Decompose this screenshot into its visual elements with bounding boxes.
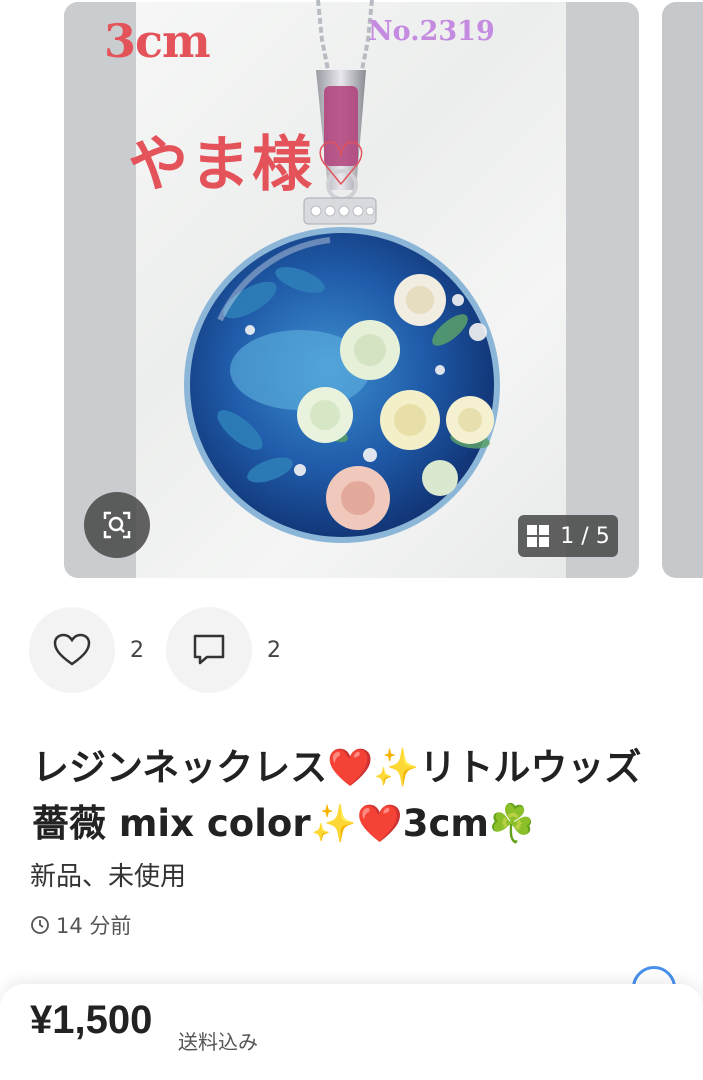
zoom-button[interactable] — [84, 492, 150, 558]
price-amount: ¥1,500 — [30, 998, 153, 1042]
clock-icon — [31, 916, 49, 934]
image-carousel[interactable]: 3cm No.2319 やま様♡ 1 / 5 — [0, 0, 703, 590]
posted-time-text: 14 分前 — [56, 914, 132, 938]
shipping-label: 送料込み — [178, 1030, 258, 1054]
comment-button[interactable] — [166, 607, 252, 693]
like-button[interactable] — [29, 607, 115, 693]
comment-count: 2 — [267, 638, 281, 663]
heart-icon — [53, 633, 91, 666]
grid-icon — [527, 525, 550, 547]
price-sheet: ¥1,500 送料込み — [0, 984, 703, 1080]
image-counter[interactable]: 1 / 5 — [518, 515, 618, 557]
zoom-search-icon — [103, 511, 131, 539]
image-counter-text: 1 / 5 — [560, 523, 610, 549]
comment-icon — [193, 634, 225, 665]
like-count: 2 — [130, 638, 144, 663]
overlay-size-text: 3cm — [104, 14, 211, 68]
posted-time: 14 分前 — [30, 910, 131, 940]
overlay-name-text: やま様♡ — [128, 130, 370, 200]
item-condition: 新品、未使用 — [30, 862, 187, 892]
overlay-number-text: No.2319 — [368, 16, 495, 47]
item-title: レジンネックレス❤️✨リトルウッズ薔薇 mix color✨❤️3cm☘️ — [32, 746, 642, 845]
